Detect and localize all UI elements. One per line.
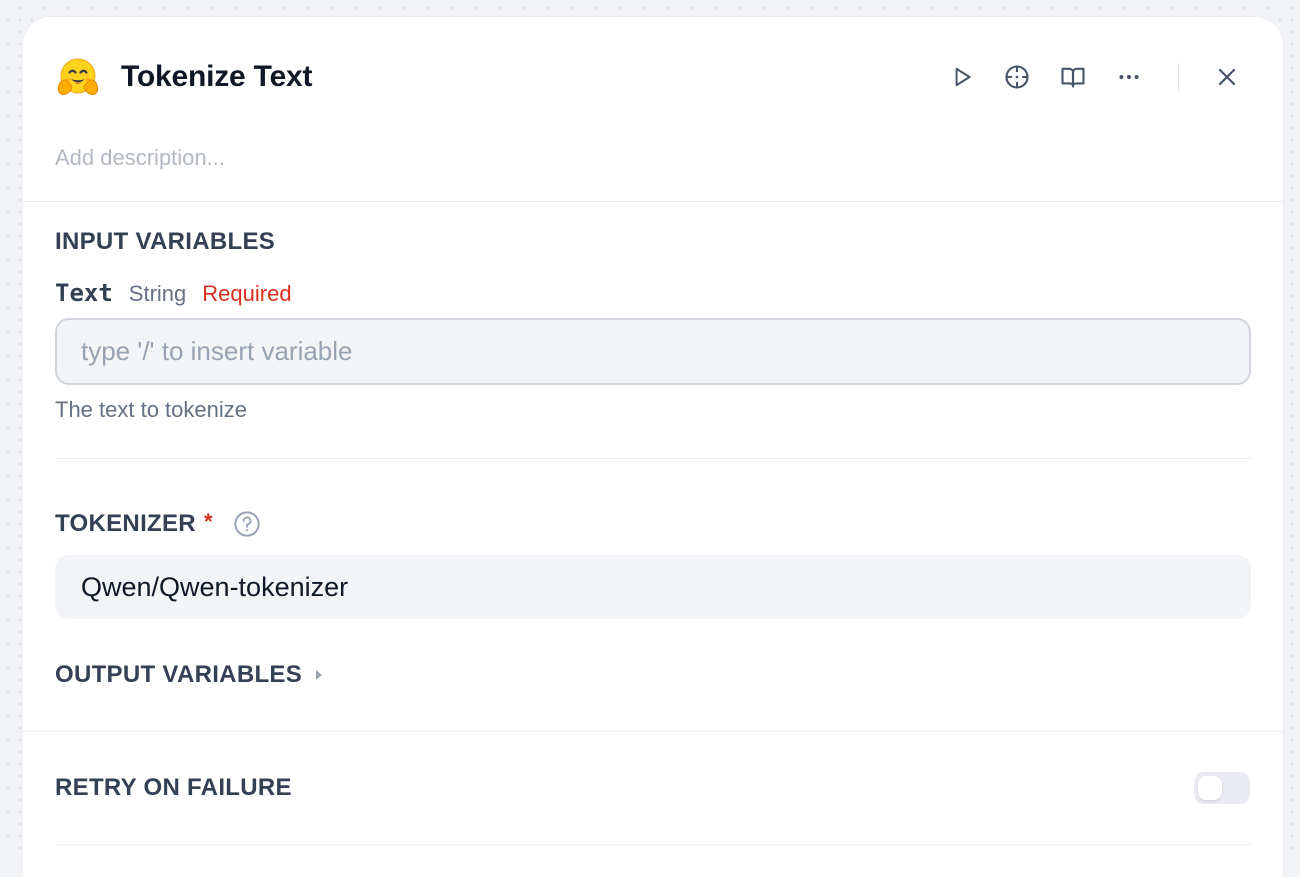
required-badge: Required [202,281,292,306]
close-icon [1215,65,1239,89]
crosshair-icon [1003,63,1031,91]
play-icon [949,64,975,90]
bottom-divider [55,844,1251,845]
section-divider [55,458,1251,459]
tokenizer-input[interactable] [55,555,1251,619]
ellipsis-icon [1115,63,1143,91]
more-options-button[interactable] [1113,61,1145,93]
header-divider [23,201,1283,202]
description-input[interactable] [55,143,955,173]
variable-name: Text [55,279,113,307]
output-variables-title: OUTPUT VARIABLES [55,661,303,688]
docs-button[interactable] [1057,61,1089,93]
tokenizer-label-row: TOKENIZER * [55,509,261,538]
text-variable-helper: The text to tokenize [55,397,247,422]
variable-header-text: Text String Required [55,279,292,307]
retry-divider [23,731,1283,732]
toolbar-divider [1178,63,1179,91]
switch-knob [1198,776,1222,800]
caret-right-icon [314,667,326,683]
hugging-face-emoji-icon [55,55,101,101]
retry-toggle-switch[interactable] [1194,772,1250,804]
required-asterisk: * [203,509,213,534]
close-button[interactable] [1211,61,1243,93]
node-config-panel: Tokenize Text Add description... INPUT V… [23,17,1283,877]
question-circle-icon[interactable] [233,510,261,538]
tokenizer-label: TOKENIZER [55,510,196,537]
panel-header: Tokenize Text [23,17,1283,173]
output-variables-toggle[interactable]: OUTPUT VARIABLES [55,661,326,689]
node-title[interactable]: Tokenize Text [121,60,313,94]
run-button[interactable] [946,61,978,93]
retry-on-failure-title: RETRY ON FAILURE [55,774,292,801]
locate-node-button[interactable] [1001,61,1033,93]
open-book-icon [1059,63,1087,91]
variable-type: String [128,281,187,306]
text-variable-input[interactable] [55,318,1251,385]
input-variables-title: INPUT VARIABLES [55,228,276,255]
